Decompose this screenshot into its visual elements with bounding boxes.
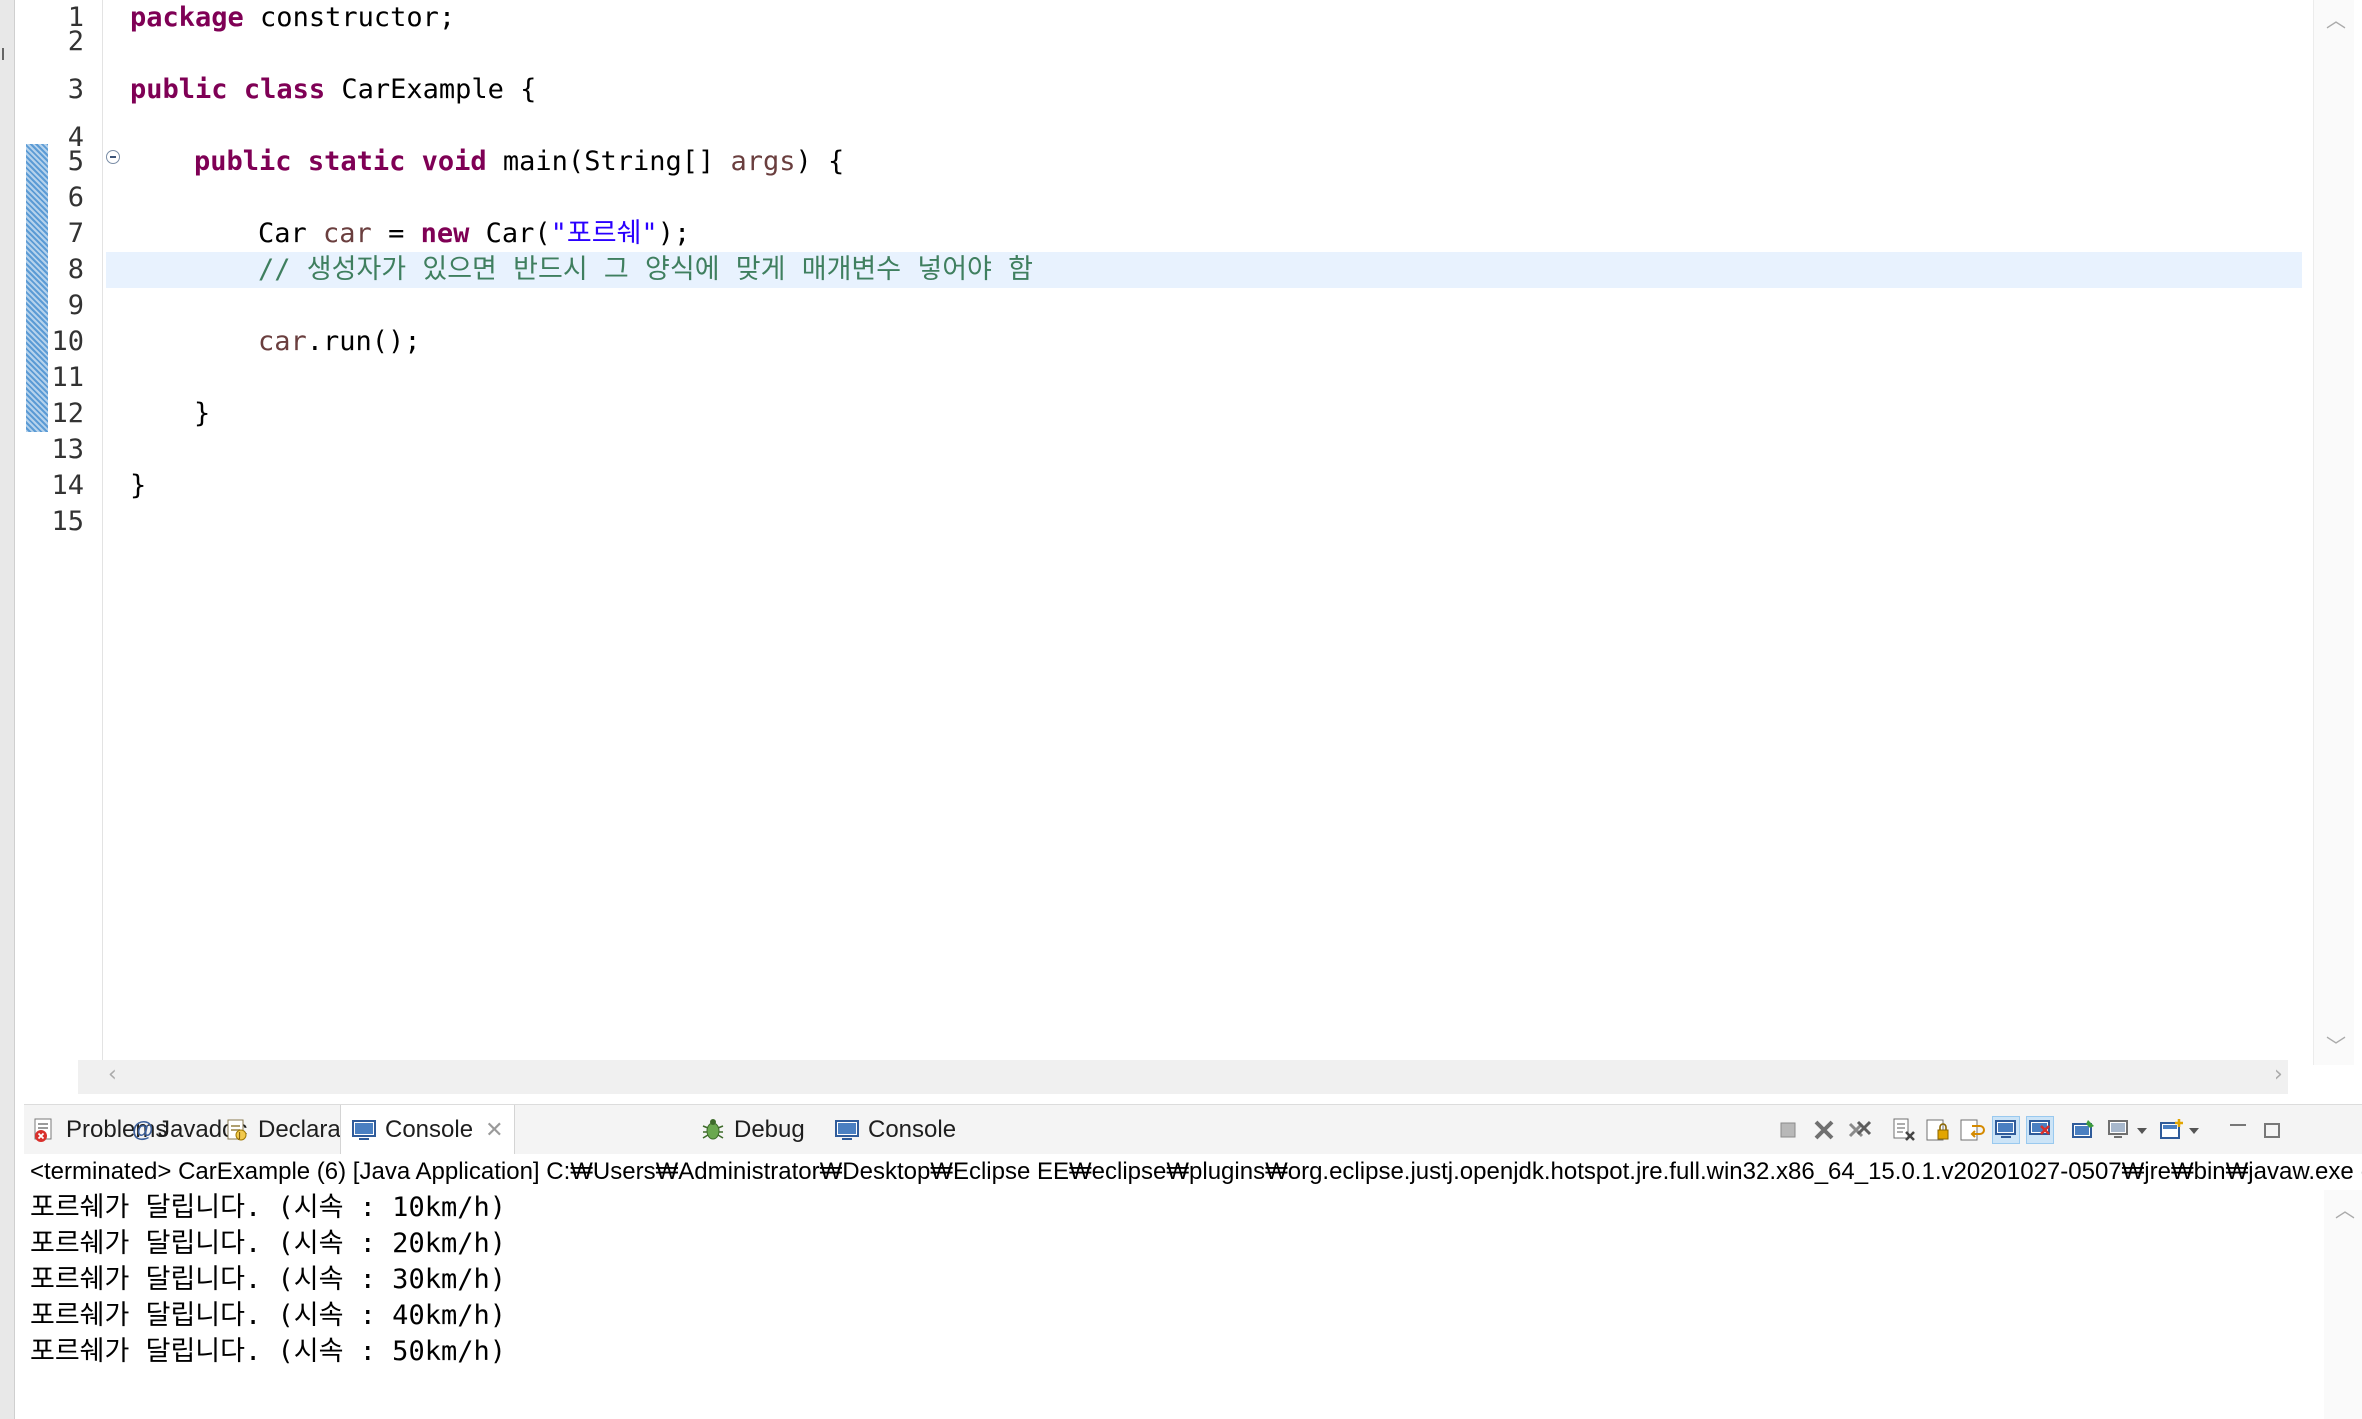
- scroll-right-icon[interactable]: ›: [2274, 1062, 2283, 1087]
- line-number: 3: [67, 74, 84, 105]
- console-output-line: 포르쉐가 달립니다. (시속 : 10km/h): [30, 1192, 506, 1223]
- tab-debug[interactable]: Debug: [700, 1105, 805, 1155]
- clear-console-icon[interactable]: [1890, 1116, 1918, 1144]
- line-number: 2: [67, 26, 84, 57]
- close-icon[interactable]: ✕: [485, 1117, 503, 1143]
- quick-diff-change-bar: [26, 144, 48, 432]
- scroll-lock-icon[interactable]: [1924, 1116, 1952, 1144]
- javadoc-icon: @: [132, 1117, 154, 1142]
- word-wrap-icon[interactable]: [1958, 1116, 1986, 1144]
- console-icon: [834, 1117, 860, 1143]
- line-number: 12: [51, 398, 84, 429]
- line-number: 10: [51, 326, 84, 357]
- tab-console-secondary[interactable]: Console: [834, 1105, 956, 1155]
- code-line: public static void main(String[] args) {: [194, 146, 845, 177]
- scroll-left-icon[interactable]: ‹: [108, 1062, 117, 1087]
- console-output-line: 포르쉐가 달립니다. (시속 : 40km/h): [30, 1300, 506, 1331]
- edge-marker: [2, 48, 4, 60]
- line-number: 14: [51, 470, 84, 501]
- console-vertical-scrollbar[interactable]: ︿: [2324, 1190, 2362, 1419]
- code-text-area[interactable]: package constructor; public class CarExa…: [106, 0, 2302, 1060]
- overview-ruler: [24, 0, 50, 1065]
- svg-text:J: J: [238, 1131, 241, 1140]
- code-line: package constructor;: [130, 2, 456, 33]
- line-number: 15: [51, 506, 84, 537]
- display-selected-console-icon[interactable]: [2106, 1116, 2134, 1144]
- terminate-icon[interactable]: [1774, 1116, 1802, 1144]
- line-number: 8: [67, 254, 84, 285]
- window-left-edge: [0, 0, 15, 1419]
- line-number: 13: [51, 434, 84, 465]
- console-process-label: <terminated> CarExample (6) [Java Applic…: [24, 1154, 2362, 1191]
- debug-icon: [700, 1117, 726, 1143]
- tab-label: Console: [385, 1116, 474, 1143]
- code-line: public class CarExample {: [130, 74, 537, 105]
- declaration-icon: J: [224, 1117, 250, 1143]
- problems-icon: [32, 1117, 58, 1143]
- console-toolbar: [1764, 1105, 2362, 1155]
- tab-console-active[interactable]: Console ✕: [340, 1105, 515, 1155]
- scroll-up-icon[interactable]: ︿: [2326, 4, 2346, 33]
- minimize-icon[interactable]: [2224, 1116, 2252, 1144]
- console-output-line: 포르쉐가 달립니다. (시속 : 50km/h): [30, 1336, 506, 1367]
- code-line: Car car = new Car("포르쉐");: [258, 218, 691, 249]
- chevron-down-icon[interactable]: [2134, 1116, 2150, 1144]
- code-editor[interactable]: 1 2 3 4 5 6 7 8 9 10 11 12 13 14 15 pack…: [24, 0, 2362, 1065]
- show-console-on-stdout-icon[interactable]: [1992, 1116, 2020, 1144]
- console-output[interactable]: 포르쉐가 달립니다. (시속 : 10km/h) 포르쉐가 달립니다. (시속 …: [24, 1190, 2324, 1419]
- show-console-on-stderr-icon[interactable]: [2026, 1116, 2054, 1144]
- code-line: }: [194, 398, 211, 429]
- line-number: 6: [67, 182, 84, 213]
- editor-horizontal-scrollbar[interactable]: ‹ ›: [78, 1060, 2288, 1094]
- line-number-gutter: 1 2 3 4 5 6 7 8 9 10 11 12 13 14 15: [50, 0, 120, 1065]
- line-number: 11: [51, 362, 84, 393]
- view-tab-bar: Problems @ Javadoc J Declaration Console…: [24, 1104, 2362, 1156]
- console-output-line: 포르쉐가 달립니다. (시속 : 20km/h): [30, 1228, 506, 1259]
- editor-vertical-scrollbar[interactable]: ︿ ﹀: [2313, 0, 2354, 1065]
- code-line: car.run();: [258, 326, 421, 357]
- line-number: 5: [67, 146, 84, 177]
- maximize-icon[interactable]: [2258, 1116, 2286, 1144]
- tab-label: Debug: [734, 1116, 805, 1143]
- tab-label: Console: [868, 1116, 957, 1143]
- chevron-down-icon[interactable]: [2186, 1116, 2202, 1144]
- code-line: // 생성자가 있으면 반드시 그 양식에 맞게 매개변수 넣어야 함: [258, 254, 1033, 285]
- remove-launch-icon[interactable]: [1810, 1116, 1838, 1144]
- remove-all-terminated-icon[interactable]: [1846, 1116, 1874, 1144]
- line-number: 9: [67, 290, 84, 321]
- scroll-up-icon[interactable]: ︿: [2335, 1194, 2355, 1223]
- console-output-line: 포르쉐가 달립니다. (시속 : 30km/h): [30, 1264, 506, 1295]
- line-number: 7: [67, 218, 84, 249]
- pin-console-icon[interactable]: [2070, 1116, 2098, 1144]
- console-terminated-text: <terminated> CarExample (6) [Java Applic…: [30, 1158, 2362, 1185]
- open-console-icon[interactable]: [2158, 1116, 2186, 1144]
- console-icon: [351, 1117, 377, 1143]
- scroll-down-icon[interactable]: ﹀: [2326, 1030, 2346, 1059]
- code-line: }: [130, 470, 147, 501]
